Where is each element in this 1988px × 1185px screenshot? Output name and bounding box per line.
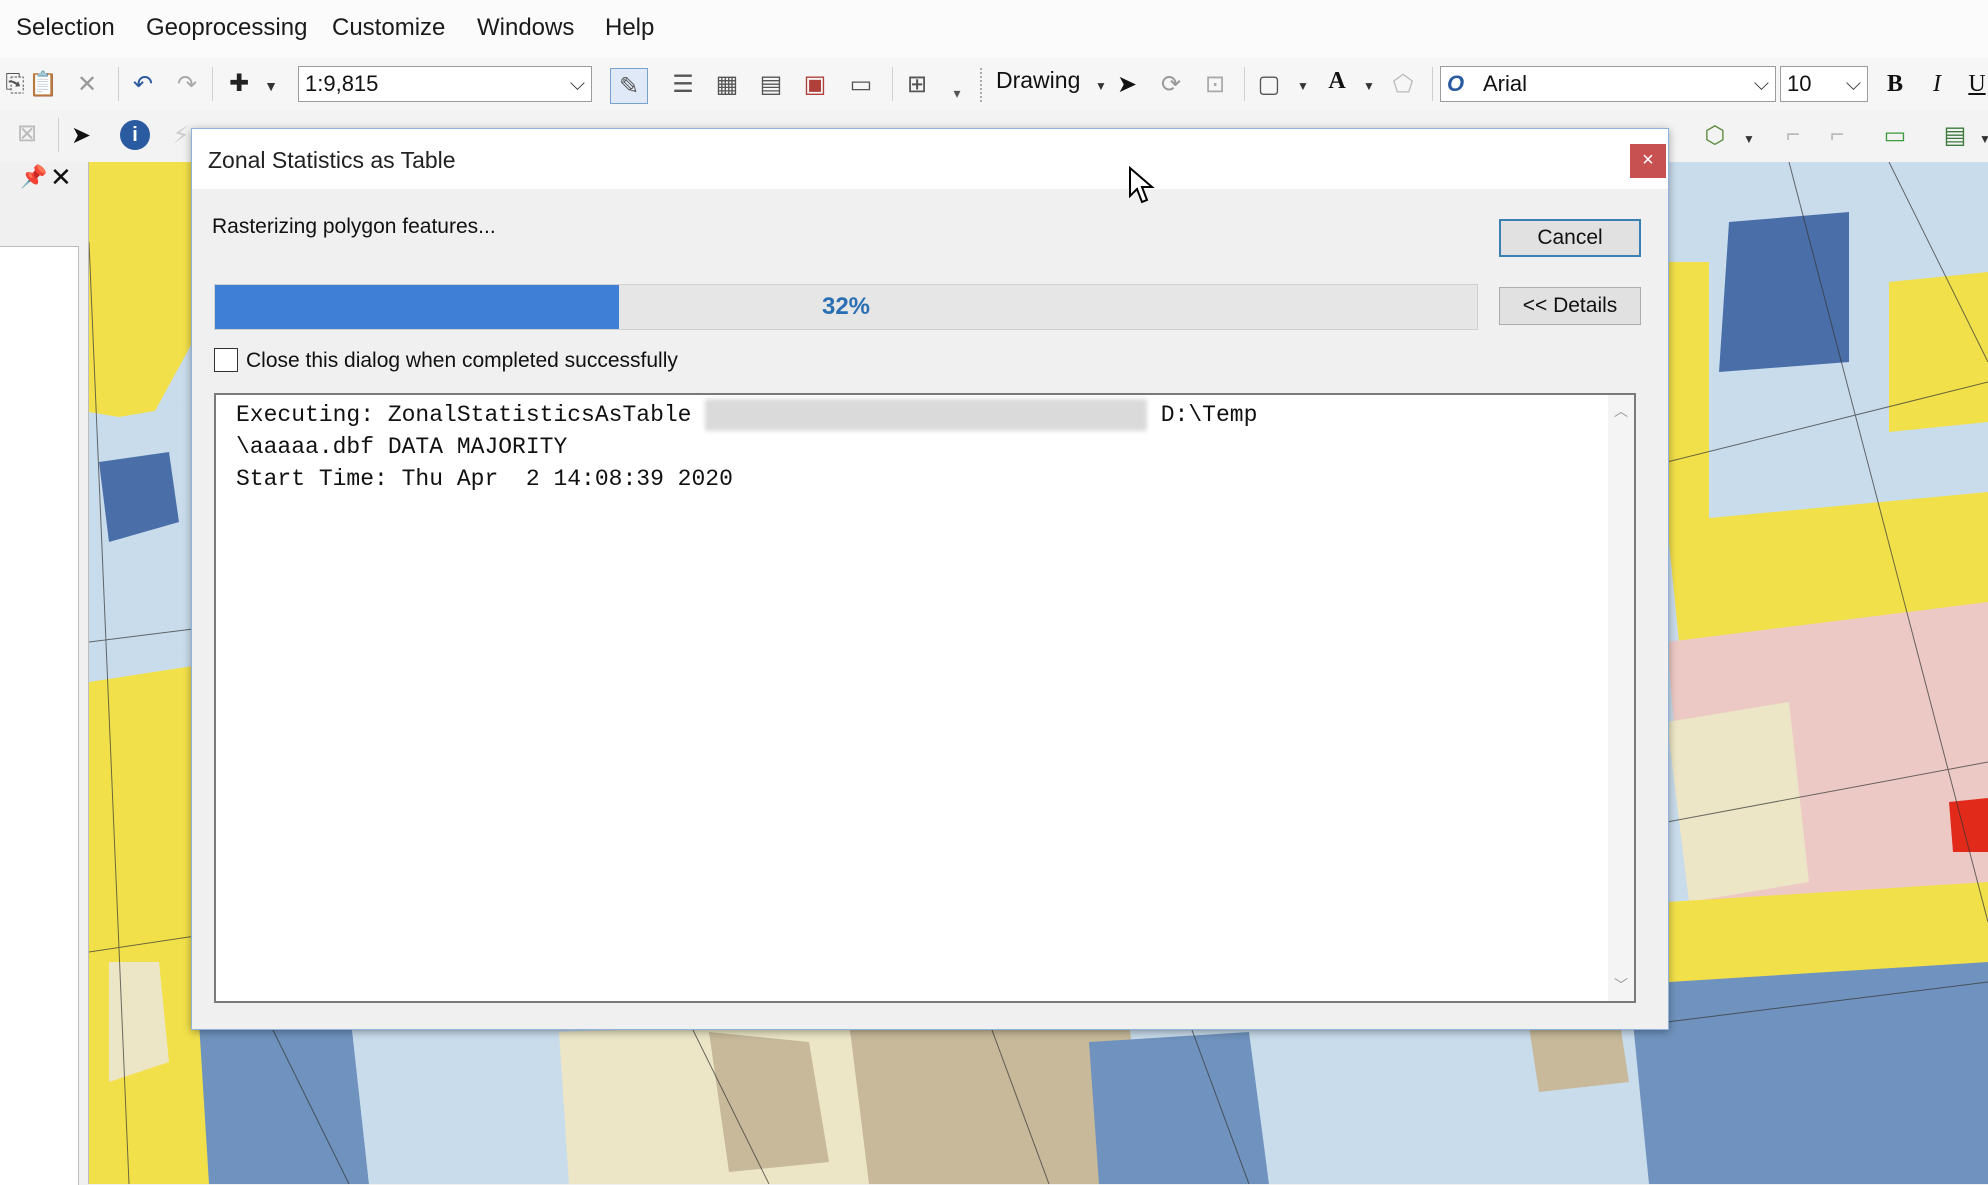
- menu-customize[interactable]: Customize: [328, 12, 449, 44]
- progress-status-text: Rasterizing polygon features...: [212, 215, 496, 238]
- font-name-value: Arial: [1483, 71, 1528, 96]
- progress-bar: 32%: [214, 284, 1478, 330]
- undo-icon[interactable]: ↶: [128, 69, 158, 99]
- drawing-menu-button[interactable]: Drawing: [996, 67, 1080, 94]
- model-builder-icon[interactable]: ⊞: [902, 69, 932, 99]
- rotate-icon[interactable]: ⟳: [1156, 69, 1186, 99]
- paste-icon[interactable]: 📋: [28, 69, 58, 99]
- log-line-1-prefix: Executing: ZonalStatisticsAsTable: [236, 402, 706, 428]
- editing-dropdown-icon[interactable]: ▼: [1734, 124, 1764, 154]
- full-extent-icon[interactable]: ⊠: [12, 118, 42, 148]
- toolbar-separator: [892, 67, 893, 101]
- select-elements-icon[interactable]: ➤: [1112, 69, 1142, 99]
- map-polygon: [109, 962, 169, 1082]
- messages-log-box[interactable]: Executing: ZonalStatisticsAsTable xxxxxx…: [214, 393, 1636, 1003]
- details-toggle-button[interactable]: << Details: [1499, 287, 1641, 325]
- toolbar-separator: [1432, 67, 1433, 101]
- log-scrollbar[interactable]: ︿ ﹀: [1608, 395, 1634, 1001]
- menu-help[interactable]: Help: [601, 12, 658, 44]
- identify-icon[interactable]: i: [120, 120, 150, 150]
- close-when-completed-checkbox[interactable]: [214, 348, 238, 372]
- font-size-value: 10: [1787, 71, 1812, 96]
- dialog-titlebar[interactable]: Zonal Statistics as Table ×: [192, 129, 1668, 189]
- table-of-contents-content: [0, 246, 79, 1185]
- close-icon[interactable]: ✕: [50, 162, 72, 193]
- map-scale-combo[interactable]: 1:9,815 ⌵: [298, 66, 592, 102]
- map-polygon: [1669, 262, 1709, 542]
- cancel-button[interactable]: Cancel: [1499, 219, 1641, 257]
- menu-windows[interactable]: Windows: [473, 12, 578, 44]
- search-window-icon[interactable]: ▤: [756, 69, 786, 99]
- delete-icon[interactable]: ✕: [72, 69, 102, 99]
- mouse-cursor-icon: [1129, 166, 1155, 204]
- toolbar-separator: [1244, 67, 1245, 101]
- italic-button[interactable]: I: [1922, 69, 1952, 99]
- chevron-down-icon[interactable]: ⌵: [570, 67, 585, 101]
- arctoolbox-icon[interactable]: ▣: [800, 69, 830, 99]
- toolbar-grip[interactable]: [980, 68, 984, 102]
- close-when-completed-label[interactable]: Close this dialog when completed success…: [246, 349, 678, 373]
- scroll-up-icon[interactable]: ︿: [1608, 401, 1634, 421]
- log-line-2: \aaaaa.dbf DATA MAJORITY: [236, 434, 568, 460]
- font-icon: O: [1447, 71, 1465, 96]
- redacted-input-paths: xxxxxxxxxxxxxxxxxxxxxxxxxxxxxxxx: [705, 399, 1147, 431]
- menu-selection[interactable]: Selection: [12, 12, 119, 44]
- text-tool-icon[interactable]: A: [1322, 66, 1352, 96]
- toolbar-separator: [118, 67, 119, 101]
- add-data-icon[interactable]: ✚: [224, 68, 254, 98]
- attributes-dropdown-icon[interactable]: ▼: [1970, 124, 1988, 154]
- rectangle-dropdown-icon[interactable]: ▼: [1288, 71, 1318, 101]
- rectangle-icon[interactable]: ▢: [1254, 69, 1284, 99]
- chevron-down-icon[interactable]: ⌵: [1846, 67, 1861, 101]
- catalog-icon[interactable]: ▦: [712, 69, 742, 99]
- progress-percent-label: 32%: [821, 293, 871, 320]
- scroll-down-icon[interactable]: ﹀: [1608, 975, 1634, 995]
- log-line-3: Start Time: Thu Apr 2 14:08:39 2020: [236, 466, 733, 492]
- python-window-icon[interactable]: ▭: [846, 69, 876, 99]
- create-features-icon[interactable]: ▭: [1880, 120, 1910, 150]
- map-polygon: [1719, 212, 1849, 372]
- add-data-dropdown-icon[interactable]: ▼: [256, 71, 286, 101]
- map-polygon: [1089, 1032, 1269, 1184]
- map-polygon: [1889, 272, 1988, 432]
- chevron-down-icon[interactable]: ⌵: [1754, 67, 1769, 101]
- font-size-combo[interactable]: 10 ⌵: [1780, 66, 1868, 102]
- straight-segment-icon[interactable]: ⌐: [1778, 120, 1808, 150]
- toolbar-separator: [58, 118, 59, 152]
- dialog-title: Zonal Statistics as Table: [208, 147, 456, 173]
- close-button[interactable]: ×: [1630, 144, 1666, 178]
- menu-geoprocessing[interactable]: Geoprocessing: [142, 12, 311, 44]
- zonal-statistics-progress-dialog: Zonal Statistics as Table × Rasterizing …: [191, 128, 1669, 1030]
- standard-toolbar: ⎘ 📋 ✕ ↶ ↷ ✚ ▼ 1:9,815 ⌵ ✎ ☰ ▦ ▤ ▣ ▭ ⊞ ▾ …: [0, 58, 1988, 111]
- bold-button[interactable]: B: [1880, 69, 1910, 99]
- attributes-icon[interactable]: ▤: [1940, 120, 1970, 150]
- map-scale-value: 1:9,815: [305, 71, 379, 96]
- map-polygon: [1667, 702, 1809, 902]
- editor-toolbar-icon[interactable]: ✎: [610, 68, 648, 104]
- menu-bar: Selection Geoprocessing Customize Window…: [0, 0, 1988, 59]
- toolbar-options-icon[interactable]: ▾: [942, 78, 972, 108]
- redo-icon[interactable]: ↷: [172, 69, 202, 99]
- text-dropdown-icon[interactable]: ▼: [1354, 71, 1384, 101]
- toolbar-separator: [212, 67, 213, 101]
- copy-icon[interactable]: ⎘: [0, 69, 30, 99]
- trace-icon[interactable]: ⌐: [1822, 120, 1852, 150]
- select-features-icon[interactable]: ➤: [66, 120, 96, 150]
- map-polygon: [1949, 798, 1988, 852]
- underline-button[interactable]: U: [1962, 69, 1988, 99]
- zoom-to-selected-elements-icon[interactable]: ⊡: [1200, 69, 1230, 99]
- edit-vertices-icon[interactable]: ⬠: [1388, 69, 1418, 99]
- messages-log-text[interactable]: Executing: ZonalStatisticsAsTable xxxxxx…: [236, 399, 1596, 495]
- editing-tool-icon[interactable]: ⬡: [1700, 120, 1730, 150]
- log-line-1-suffix: D:\Temp: [1146, 402, 1258, 428]
- font-name-combo[interactable]: O Arial ⌵: [1440, 66, 1776, 102]
- pin-icon[interactable]: 📌: [20, 164, 47, 190]
- table-of-contents-icon[interactable]: ☰: [668, 69, 698, 99]
- table-of-contents-panel: 📌 ✕: [0, 162, 89, 1185]
